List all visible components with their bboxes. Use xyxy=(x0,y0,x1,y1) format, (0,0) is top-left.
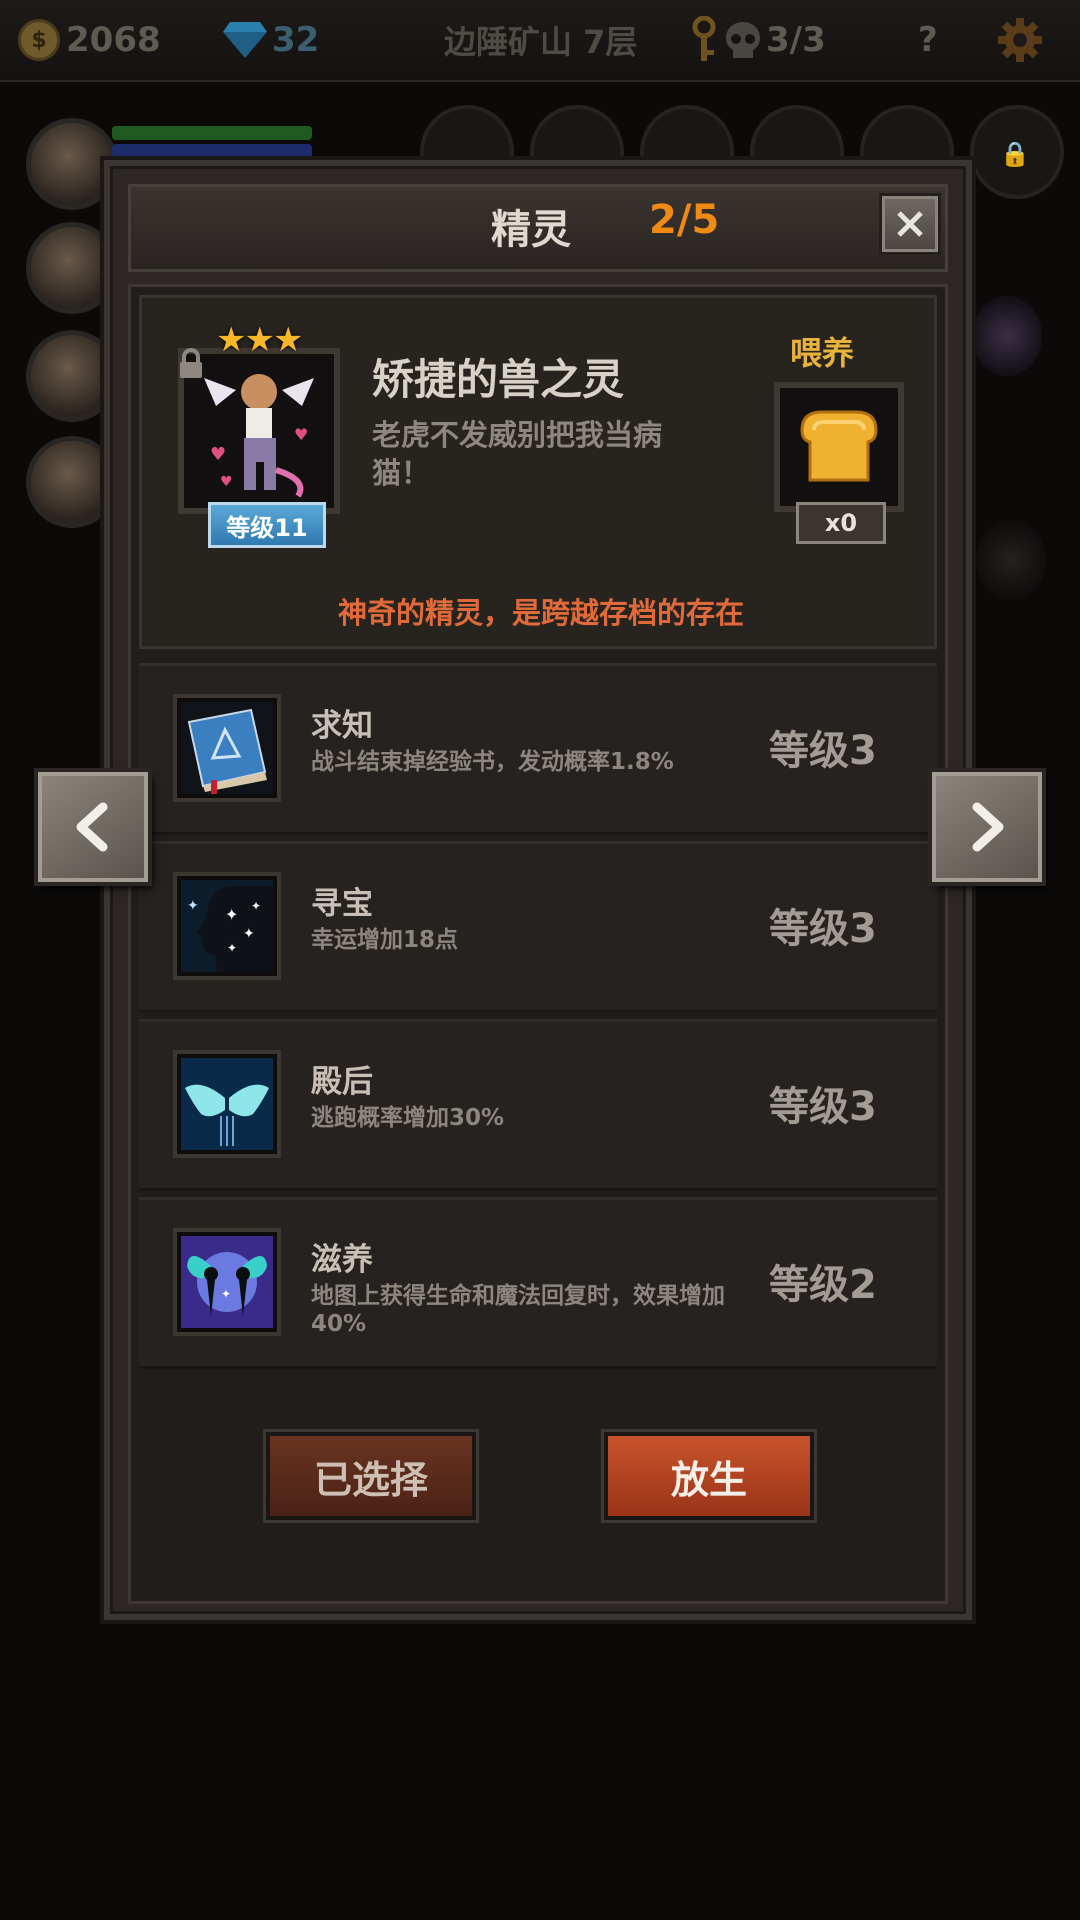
skill-level: 等级3 xyxy=(769,906,877,952)
gear-icon xyxy=(996,16,1044,64)
fairies-icon: ✦ xyxy=(181,1236,273,1328)
skill-icon-frame xyxy=(173,694,281,802)
health-bar xyxy=(112,126,312,140)
skill-description: 地图上获得生命和魔法回复时，效果增加40% xyxy=(311,1283,725,1337)
feed-label: 喂养 xyxy=(790,334,855,372)
svg-text:✦: ✦ xyxy=(227,941,237,955)
skill-name: 寻宝 xyxy=(311,886,373,922)
dialog-title: 精灵 xyxy=(491,207,571,253)
sparkle-silhouette-icon: ✦ ✦ ✦ ✦ ✦ xyxy=(181,880,273,972)
wings-icon xyxy=(181,1058,273,1150)
winged-tiger-spirit-icon: ♥ ♥ ♥ xyxy=(190,360,328,502)
lock-toggle-button[interactable] xyxy=(178,348,204,384)
dialog-body: ♥ ♥ ♥ ★★★ 等级11 矫捷的兽之灵 老虎不发威别把我当病猫！ 喂养 x0… xyxy=(128,284,948,1604)
feed-item-count: x0 xyxy=(796,502,886,544)
next-spirit-button[interactable] xyxy=(932,772,1042,882)
settings-button[interactable] xyxy=(996,14,1044,66)
diamond-icon xyxy=(222,20,268,60)
spirit-level-badge: 等级11 xyxy=(208,502,326,548)
skill-row: 殿后 逃跑概率增加30% 等级3 xyxy=(139,1019,937,1191)
svg-text:✦: ✦ xyxy=(221,1287,231,1301)
monster-figure xyxy=(972,296,1042,376)
star-rating: ★★★ xyxy=(216,320,303,360)
mana-bar xyxy=(112,144,312,158)
svg-text:✦: ✦ xyxy=(243,926,255,942)
svg-text:✦: ✦ xyxy=(251,899,261,913)
skill-row: 求知 战斗结束掉经验书，发动概率1.8% 等级3 xyxy=(139,663,937,835)
skull-count: 3/3 xyxy=(766,20,826,60)
close-button[interactable] xyxy=(882,196,938,252)
svg-text:✦: ✦ xyxy=(225,905,238,924)
gold-amount: 2068 xyxy=(66,20,161,60)
skill-icon-frame: ✦ xyxy=(173,1228,281,1336)
svg-text:♥: ♥ xyxy=(294,425,308,444)
padlock-icon: 🔒 xyxy=(1000,140,1030,168)
previous-spirit-button[interactable] xyxy=(38,772,148,882)
skill-description: 逃跑概率增加30% xyxy=(311,1105,505,1131)
coin-icon: $ xyxy=(18,19,60,61)
skull-icon xyxy=(724,20,762,60)
skill-level: 等级2 xyxy=(769,1262,877,1308)
skill-description: 战斗结束掉经验书，发动概率1.8% xyxy=(311,749,674,775)
dialog-header: 精灵 2/5 xyxy=(128,184,948,272)
skill-row: ✦ ✦ ✦ ✦ ✦ 寻宝 幸运增加18点 等级3 xyxy=(139,841,937,1013)
gold-counter: $ 2068 xyxy=(18,14,161,66)
skill-level: 等级3 xyxy=(769,1084,877,1130)
key-counter: 3/3 xyxy=(690,14,826,66)
key-icon xyxy=(690,16,718,64)
skill-name: 殿后 xyxy=(311,1064,373,1100)
gem-amount: 32 xyxy=(272,20,320,60)
chevron-left-icon xyxy=(76,802,108,852)
monster-figure xyxy=(976,520,1046,600)
gem-counter: 32 xyxy=(222,14,319,66)
spirit-name: 矫捷的兽之灵 xyxy=(372,355,625,404)
chevron-right-icon xyxy=(972,802,1004,852)
skill-icon-frame xyxy=(173,1050,281,1158)
spirit-dialog: 精灵 2/5 ♥ ♥ ♥ ★★★ 等级11 矫捷的兽之灵 老虎不发威别把我当病猫… xyxy=(104,160,972,1620)
skill-row: ✦ 滋养 地图上获得生命和魔法回复时，效果增加40% 等级2 xyxy=(139,1197,937,1369)
close-icon xyxy=(897,211,923,237)
location-title: 边陲矿山 7层 xyxy=(444,23,638,61)
skill-level: 等级3 xyxy=(769,728,877,774)
spirit-page-count: 2/5 xyxy=(649,197,720,243)
spirit-description: 老虎不发威别把我当病猫！ xyxy=(372,418,663,490)
padlock-icon xyxy=(180,348,202,378)
skill-name: 求知 xyxy=(311,708,373,744)
svg-text:✦: ✦ xyxy=(187,898,199,914)
bread-icon xyxy=(800,410,878,482)
help-button[interactable]: ? xyxy=(918,14,938,66)
spirit-info-panel: ♥ ♥ ♥ ★★★ 等级11 矫捷的兽之灵 老虎不发威别把我当病猫！ 喂养 x0… xyxy=(139,295,937,649)
skill-name: 滋养 xyxy=(311,1242,373,1278)
svg-text:♥: ♥ xyxy=(210,444,226,465)
svg-text:♥: ♥ xyxy=(220,474,233,490)
skill-description: 幸运增加18点 xyxy=(311,927,459,953)
selected-button[interactable]: 已选择 xyxy=(266,1432,476,1520)
top-status-bar: $ 2068 32 边陲矿山 7层 3/3 ? xyxy=(0,0,1080,82)
feed-button[interactable] xyxy=(774,382,904,512)
skill-icon-frame: ✦ ✦ ✦ ✦ ✦ xyxy=(173,872,281,980)
release-button[interactable]: 放生 xyxy=(604,1432,814,1520)
spirit-note: 神奇的精灵，是跨越存档的存在 xyxy=(337,596,744,630)
book-icon xyxy=(181,702,273,794)
